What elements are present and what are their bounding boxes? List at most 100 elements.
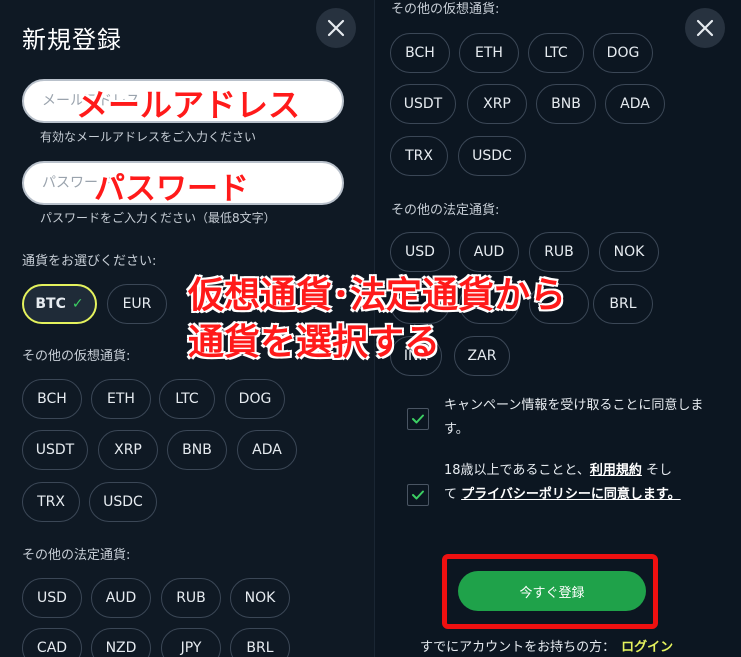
fiat-chip-rub[interactable]: RUB xyxy=(161,578,221,618)
chip-label: TRX xyxy=(37,494,65,510)
checkmark-icon xyxy=(412,414,424,424)
terms-prefix: 18歳以上であることと、 xyxy=(444,463,590,478)
signup-panel-left: 新規登録 有効なメールアドレスをご入力ください パスワードをご入力ください（最低… xyxy=(0,0,375,657)
chip-label: RUB xyxy=(176,590,206,606)
chip-label: BRL xyxy=(246,640,274,656)
close-button[interactable] xyxy=(685,8,725,48)
email-hint: 有効なメールアドレスをご入力ください xyxy=(40,130,257,144)
terms-consent-checkbox[interactable] xyxy=(407,484,429,506)
chip-label: NZD xyxy=(105,640,137,656)
chip-label: BNB xyxy=(551,96,581,112)
crypto-chip-trx[interactable]: TRX xyxy=(390,136,448,176)
terms-link[interactable]: 利用規約 xyxy=(590,463,642,478)
crypto-chip-bnb[interactable]: BNB xyxy=(536,84,596,124)
crypto-chip-usdc[interactable]: USDC xyxy=(89,482,157,522)
login-prompt: すでにアカウントをお持ちの方： ログイン xyxy=(420,636,673,655)
fiat-chip-zar[interactable]: ZAR xyxy=(454,336,510,376)
chip-label: AUD xyxy=(105,590,137,606)
chip-label: BTC xyxy=(35,296,66,312)
crypto-chip-xrp[interactable]: XRP xyxy=(467,84,527,124)
crypto-chip-ltc[interactable]: LTC xyxy=(159,379,215,419)
fiat-chip-nzd[interactable] xyxy=(459,284,519,324)
crypto-chip-usdt[interactable]: USDT xyxy=(390,84,456,124)
fiat-chip-nok[interactable]: NOK xyxy=(230,578,290,618)
crypto-chip-bnb[interactable]: BNB xyxy=(167,430,227,470)
checkmark-icon xyxy=(412,490,424,500)
fiat-chip-aud[interactable]: AUD xyxy=(459,232,519,272)
chip-label: BCH xyxy=(405,45,435,61)
chip-label: USDT xyxy=(35,442,75,458)
chip-label: USDC xyxy=(103,494,143,510)
crypto-chip-ltc[interactable]: LTC xyxy=(528,33,584,73)
crypto-chip-ada[interactable]: ADA xyxy=(237,430,297,470)
chip-label: DOG xyxy=(606,45,640,61)
crypto-chip-usdt[interactable]: USDT xyxy=(22,430,88,470)
signup-panel-right: その他の仮想通貨: BCH ETH LTC DOG USDT XRP BNB A… xyxy=(375,0,741,657)
password-input[interactable] xyxy=(22,161,344,205)
fiat-chip-rub[interactable]: RUB xyxy=(529,232,589,272)
currency-chip-eur[interactable]: EUR xyxy=(107,284,167,324)
chip-label: XRP xyxy=(114,442,142,458)
chip-label: USD xyxy=(37,590,67,606)
fiat-chip-jpy[interactable]: JPY xyxy=(161,628,221,657)
fiat-chip-cad[interactable] xyxy=(390,284,450,324)
chip-label: ETH xyxy=(475,45,503,61)
crypto-chip-bch[interactable]: BCH xyxy=(22,379,82,419)
chip-label: NOK xyxy=(613,244,645,260)
chip-label: EUR xyxy=(122,296,152,312)
crypto-chip-dog[interactable]: DOG xyxy=(593,33,653,73)
email-input[interactable] xyxy=(22,79,344,123)
checkmark-icon: ✓ xyxy=(71,296,84,312)
chip-label: LTC xyxy=(544,45,568,61)
fiat-chip-cad[interactable]: CAD xyxy=(22,628,82,657)
crypto-chip-dog[interactable]: DOG xyxy=(225,379,285,419)
chip-label: AUD xyxy=(473,244,505,260)
privacy-policy-link[interactable]: プライバシーポリシーに同意します。 xyxy=(461,487,680,502)
crypto-chip-bch[interactable]: BCH xyxy=(390,33,450,73)
crypto-chip-xrp[interactable]: XRP xyxy=(98,430,158,470)
fiat-chip-usd[interactable]: USD xyxy=(390,232,450,272)
close-icon xyxy=(696,19,714,37)
page-title: 新規登録 xyxy=(22,26,122,54)
crypto-chip-eth[interactable]: ETH xyxy=(459,33,519,73)
crypto-label: その他の仮想通貨: xyxy=(391,2,500,17)
chip-label: XRP xyxy=(483,96,511,112)
chip-label: ZAR xyxy=(467,348,497,364)
chip-label: ADA xyxy=(252,442,282,458)
fiat-chip-nok[interactable]: NOK xyxy=(599,232,659,272)
chip-label: BCH xyxy=(37,391,67,407)
password-hint: パスワードをご入力ください（最低8文字） xyxy=(40,211,276,225)
login-link[interactable]: ログイン xyxy=(621,640,673,655)
chip-label: BNB xyxy=(182,442,212,458)
chip-label: NOK xyxy=(244,590,276,606)
fiat-chip-brl[interactable]: BRL xyxy=(230,628,290,657)
fiat-label: その他の法定通貨: xyxy=(22,548,131,563)
fiat-chip-brl[interactable]: BRL xyxy=(593,284,653,324)
chip-label: USD xyxy=(405,244,435,260)
crypto-chip-trx[interactable]: TRX xyxy=(22,482,80,522)
chip-label: DOG xyxy=(238,391,272,407)
chip-label: ETH xyxy=(107,391,135,407)
chip-label: JPY xyxy=(180,640,202,656)
fiat-chip-nzd[interactable]: NZD xyxy=(91,628,151,657)
chip-label: RUB xyxy=(544,244,574,260)
chip-label: LTC xyxy=(175,391,199,407)
fiat-chip-jpy[interactable] xyxy=(529,284,589,324)
register-now-button[interactable]: 今すぐ登録 xyxy=(458,571,646,611)
chip-label: INR xyxy=(403,348,429,364)
fiat-label: その他の法定通貨: xyxy=(391,203,500,218)
crypto-label: その他の仮想通貨: xyxy=(22,349,131,364)
campaign-consent-text: キャンペーン情報を受け取ることに同意します。 xyxy=(444,398,704,437)
fiat-chip-usd[interactable]: USD xyxy=(22,578,82,618)
campaign-consent-checkbox[interactable] xyxy=(407,408,429,430)
close-button[interactable] xyxy=(316,8,356,48)
fiat-chip-aud[interactable]: AUD xyxy=(91,578,151,618)
chip-label: TRX xyxy=(405,148,433,164)
crypto-chip-ada[interactable]: ADA xyxy=(605,84,665,124)
fiat-chip-inr[interactable]: INR xyxy=(390,336,442,376)
terms-consent-text: 18歳以上であることと、利用規約 そして プライバシーポリシーに同意します。 xyxy=(444,459,684,507)
crypto-chip-eth[interactable]: ETH xyxy=(91,379,151,419)
login-prompt-text: すでにアカウントをお持ちの方： xyxy=(420,640,616,655)
crypto-chip-usdc[interactable]: USDC xyxy=(458,136,526,176)
currency-chip-btc[interactable]: BTC ✓ xyxy=(22,284,97,324)
